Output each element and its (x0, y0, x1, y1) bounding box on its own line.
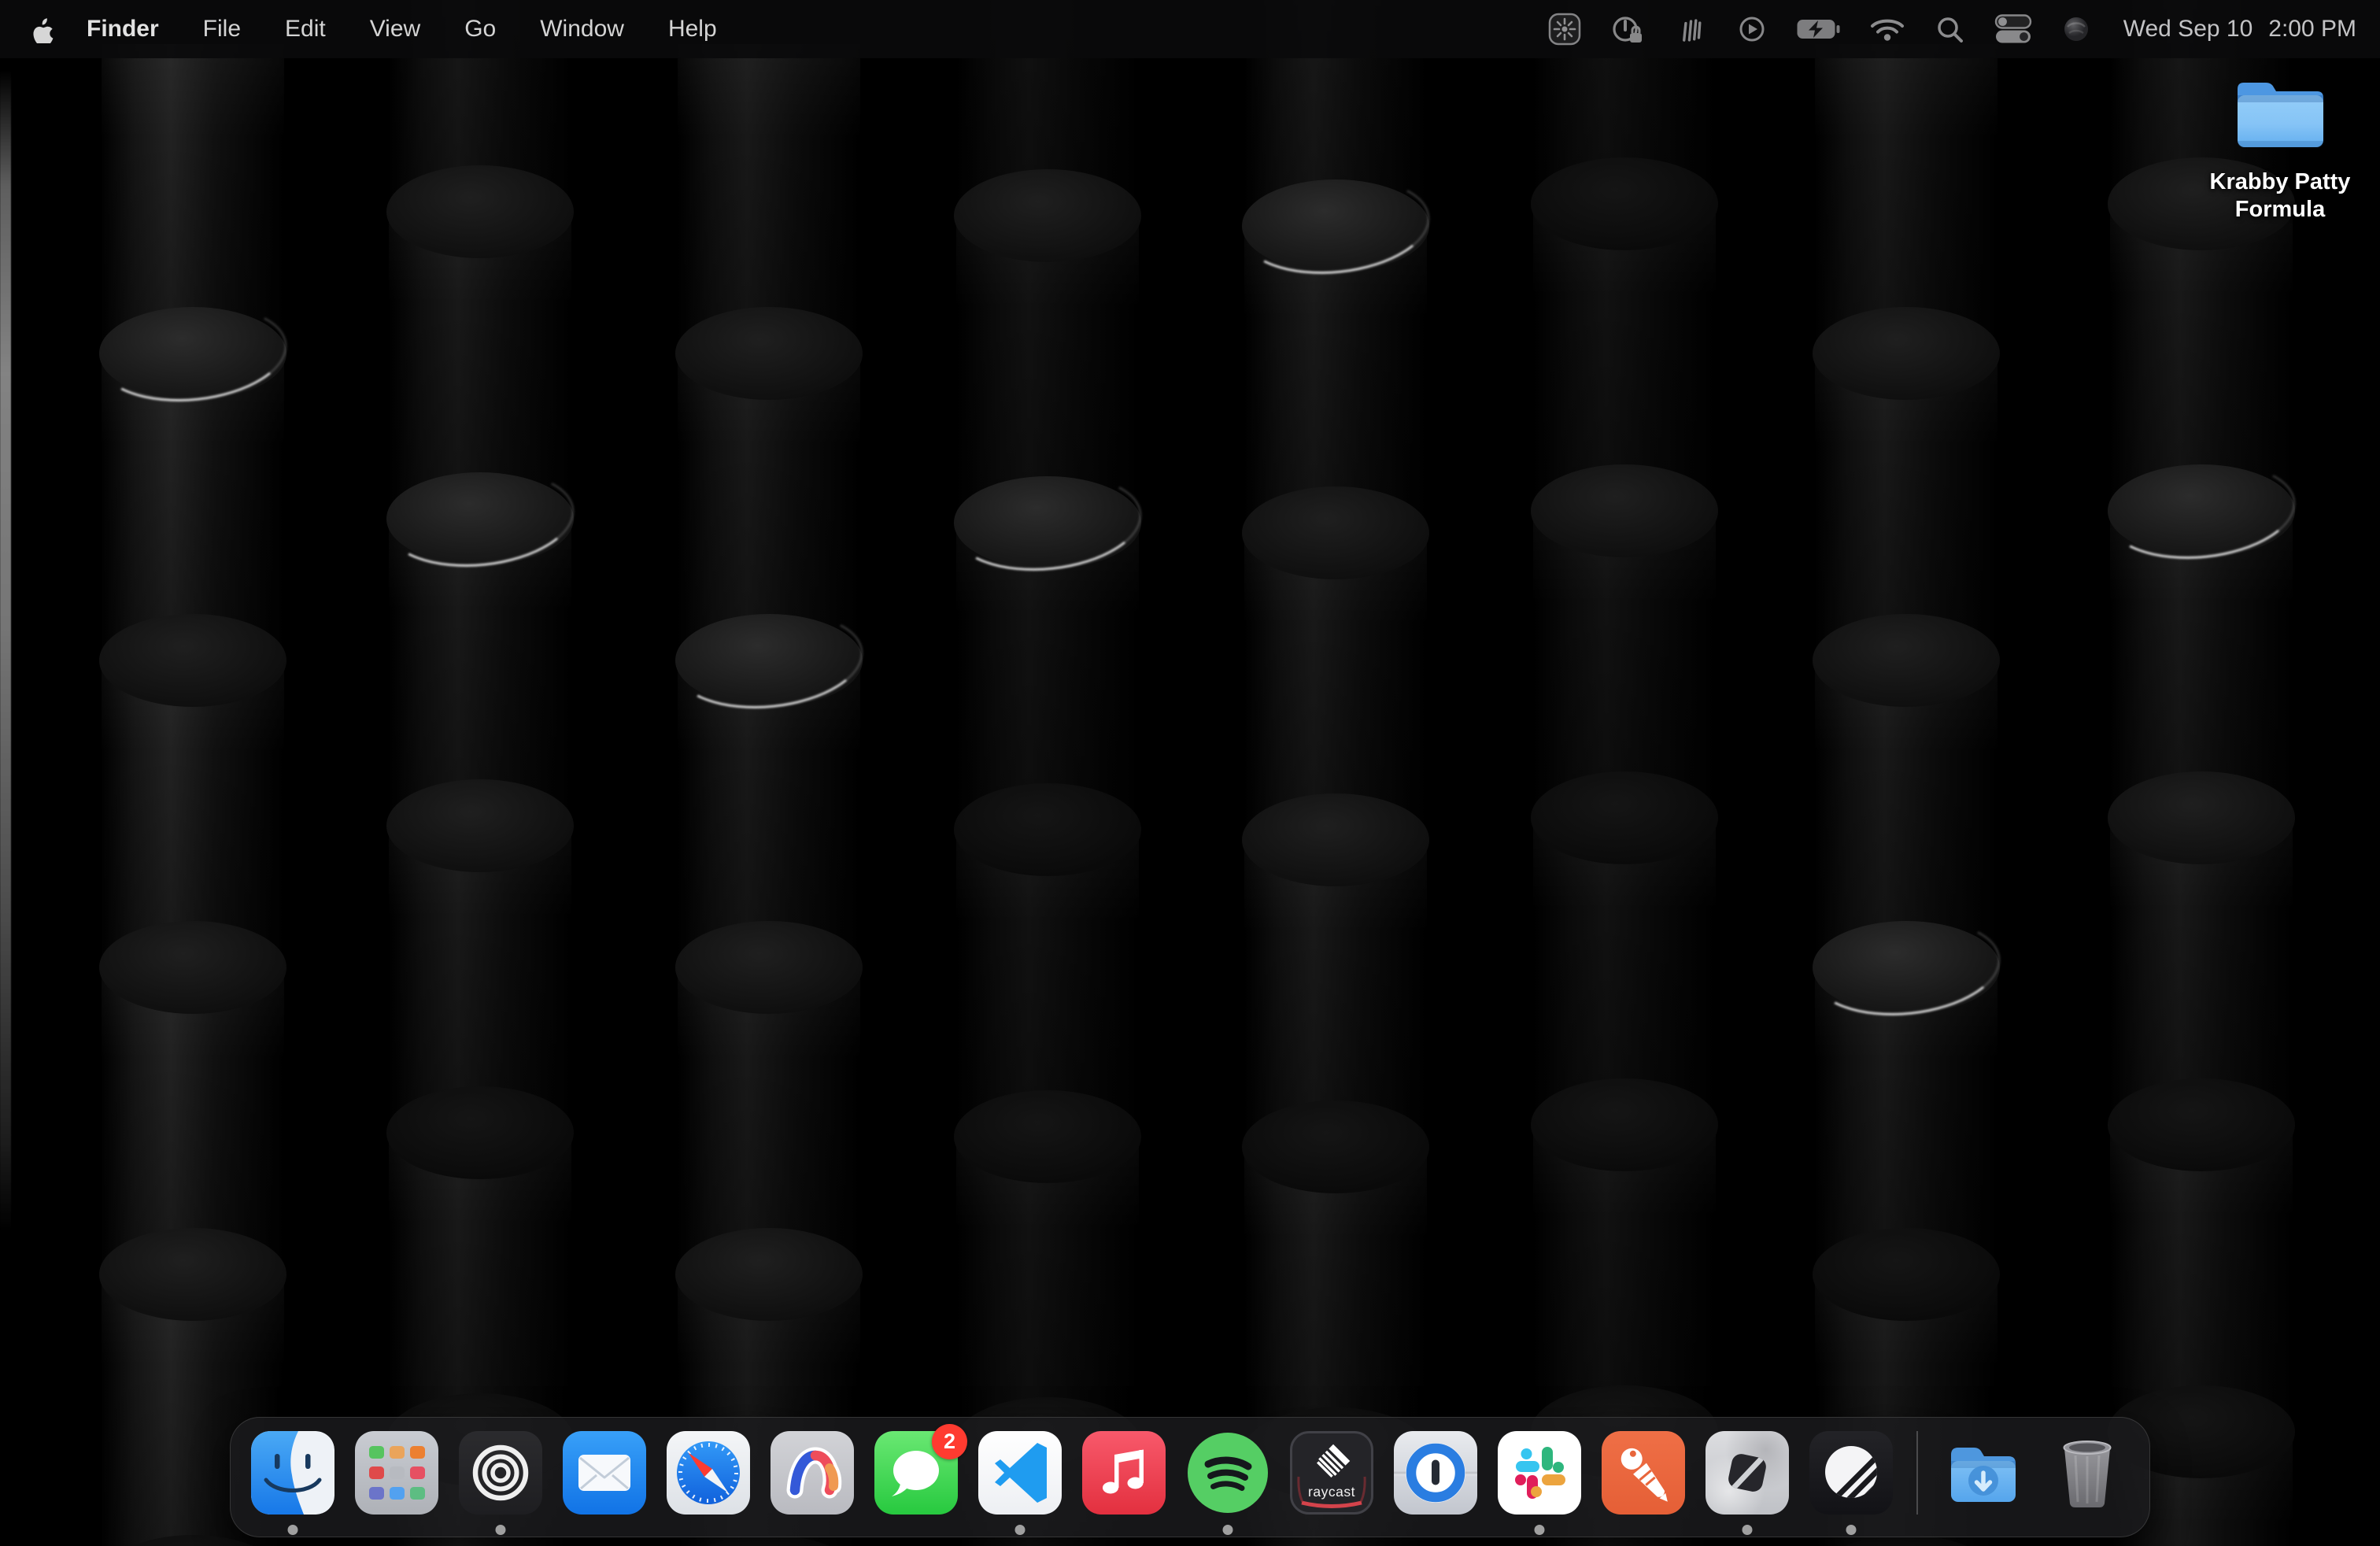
timer-lock-status-icon[interactable] (1609, 11, 1645, 47)
battery-charging-status-icon[interactable] (1796, 17, 1842, 42)
running-indicator (1846, 1525, 1857, 1535)
dock-vscode[interactable] (978, 1431, 1062, 1515)
dock-1password[interactable] (1394, 1431, 1477, 1515)
control-center-icon[interactable] (1993, 13, 2034, 45)
clock-time: 2:00 PM (2268, 16, 2356, 43)
menu-bar-status-area: Wed Sep 10 2:00 PM (1547, 11, 2380, 47)
wifi-status-icon[interactable] (1868, 15, 1906, 43)
dock-mail[interactable] (563, 1431, 646, 1515)
dock-raycast[interactable]: raycast (1290, 1431, 1373, 1515)
dock-slack[interactable] (1498, 1431, 1581, 1515)
slack-icon (1498, 1431, 1581, 1515)
one-password-icon (1394, 1431, 1477, 1515)
desktop-folder-krabby-patty-formula[interactable]: Krabby Patty Formula (2196, 74, 2364, 224)
linear-icon (1809, 1431, 1893, 1515)
apple-music-icon (1082, 1431, 1166, 1515)
running-indicator (1535, 1525, 1545, 1535)
app-menu-finder[interactable]: Finder (87, 16, 159, 43)
mail-icon (563, 1431, 646, 1515)
launchpad-icon (355, 1431, 438, 1515)
menu-go[interactable]: Go (464, 16, 496, 43)
downloads-folder-icon (1942, 1431, 2025, 1518)
vscode-icon (978, 1431, 1062, 1515)
dark-tilted-card-icon (1706, 1431, 1789, 1515)
dock-launchpad[interactable] (355, 1431, 438, 1515)
spotify-icon (1186, 1431, 1269, 1518)
now-playing-status-icon[interactable] (1735, 12, 1769, 46)
dock-finder[interactable] (251, 1431, 334, 1515)
running-indicator (1015, 1525, 1026, 1535)
profile-avatar-icon[interactable] (2060, 13, 2092, 45)
macos-desktop: Finder File Edit View Go Window Help (0, 0, 2380, 1546)
menu-edit[interactable]: Edit (285, 16, 326, 43)
running-indicator (496, 1525, 506, 1535)
raycast-icon: raycast (1290, 1431, 1373, 1515)
menu-bar: Finder File Edit View Go Window Help (0, 0, 2380, 58)
menu-bar-left: Finder File Edit View Go Window Help (0, 15, 717, 43)
menu-window[interactable]: Window (540, 16, 624, 43)
arc-browser-icon (771, 1431, 854, 1515)
dock-divider (1916, 1431, 1918, 1515)
striped-tag-status-icon[interactable] (1672, 11, 1708, 47)
spotlight-search-icon[interactable] (1933, 13, 1966, 46)
menu-bar-clock[interactable]: Wed Sep 10 2:00 PM (2123, 16, 2356, 43)
dock-trash[interactable] (2046, 1431, 2129, 1515)
dock-concentric-rings-app[interactable] (459, 1431, 542, 1515)
menu-file[interactable]: File (203, 16, 241, 43)
running-indicator (1743, 1525, 1753, 1535)
raycast-label: raycast (1292, 1484, 1371, 1500)
clock-date: Wed Sep 10 (2123, 16, 2253, 43)
safari-icon (667, 1431, 750, 1515)
dock-postman[interactable] (1602, 1431, 1685, 1515)
trash-icon (2046, 1431, 2129, 1518)
postman-icon (1602, 1431, 1685, 1515)
wallpaper-edge-highlight (0, 69, 11, 1234)
folder-icon (2232, 74, 2328, 154)
finder-icon (251, 1431, 334, 1515)
menu-help[interactable]: Help (668, 16, 717, 43)
notification-badge: 2 (932, 1424, 967, 1459)
menu-view[interactable]: View (370, 16, 420, 43)
dock-arc-browser[interactable] (771, 1431, 854, 1515)
dock: 2 (230, 1417, 2150, 1537)
sparkle-tile-status-icon[interactable] (1547, 12, 1582, 46)
concentric-rings-icon (459, 1431, 542, 1515)
apple-logo-icon (31, 15, 55, 43)
running-indicator (288, 1525, 298, 1535)
desktop-wallpaper (0, 0, 2380, 1546)
folder-label: Krabby Patty Formula (2196, 168, 2364, 224)
apple-menu[interactable] (31, 15, 55, 43)
dock-safari[interactable] (667, 1431, 750, 1515)
dock-downloads-folder[interactable] (1942, 1431, 2025, 1515)
dock-linear[interactable] (1809, 1431, 1893, 1515)
dock-apple-music[interactable] (1082, 1431, 1166, 1515)
dock-spotify[interactable] (1186, 1431, 1269, 1515)
dock-dark-tilted-card-app[interactable] (1706, 1431, 1789, 1515)
running-indicator (1223, 1525, 1233, 1535)
dock-messages[interactable]: 2 (874, 1431, 958, 1515)
